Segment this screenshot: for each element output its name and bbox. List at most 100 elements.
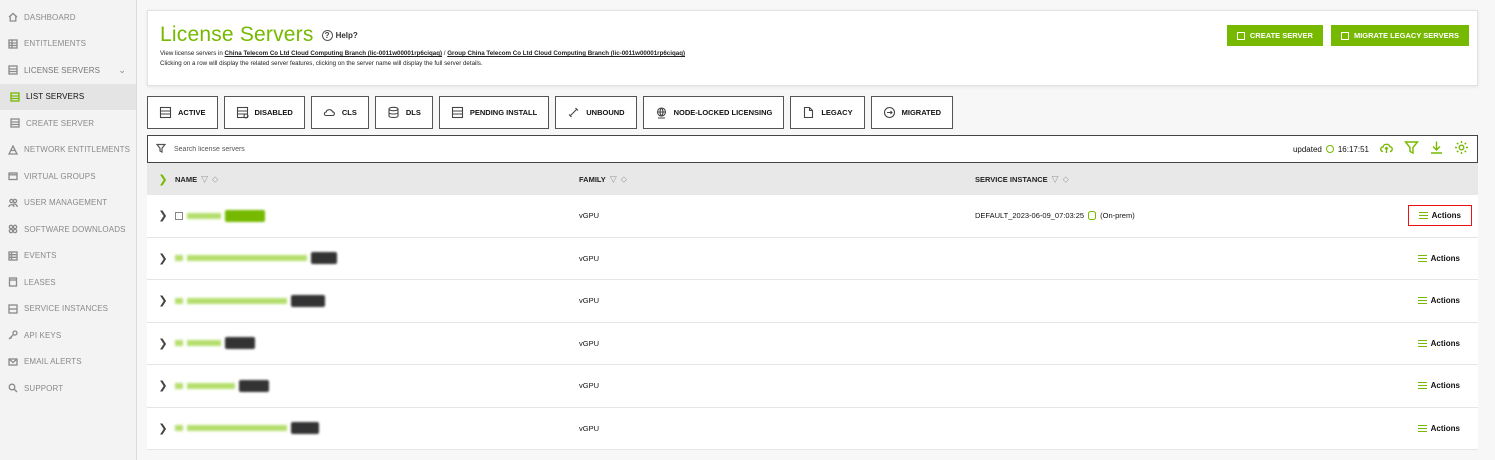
- server-name-redacted[interactable]: [187, 212, 221, 219]
- sidebar-item-label: ENTITLEMENTS: [24, 39, 87, 49]
- chevron-down-icon[interactable]: ⌄: [118, 65, 126, 76]
- table-row[interactable]: ❯ vGPU Actions: [147, 237, 1478, 280]
- row-expand-chevron-icon[interactable]: ❯: [151, 422, 175, 435]
- page-hint: Clicking on a row will display the relat…: [160, 60, 483, 67]
- server-name-cell[interactable]: [175, 209, 579, 222]
- org-link[interactable]: China Telecom Co Ltd Cloud Computing Bra…: [225, 50, 443, 57]
- sidebar-item-label: LICENSE SERVERS: [24, 65, 101, 75]
- server-name-redacted[interactable]: [187, 340, 221, 347]
- expand-all-chevron-icon[interactable]: ❯: [151, 173, 175, 186]
- actions-menu-button[interactable]: Actions: [1412, 335, 1466, 352]
- row-expand-chevron-icon[interactable]: ❯: [151, 337, 175, 350]
- column-header-service-instance[interactable]: SERVICE INSTANCE ▽ ⬦: [975, 174, 1370, 185]
- table-row[interactable]: ❯ vGPU Actions: [147, 322, 1478, 365]
- sidebar-item-virtual-groups[interactable]: VIRTUAL GROUPS: [0, 163, 136, 190]
- server-name-cell[interactable]: [175, 422, 579, 435]
- sidebar-item-support[interactable]: SUPPORT: [0, 375, 136, 402]
- tab-unbound[interactable]: UNBOUND: [555, 96, 637, 129]
- tab-pending-install[interactable]: PENDING INSTALL: [438, 96, 550, 129]
- server-name-redacted[interactable]: [187, 425, 287, 432]
- sidebar-item-leases[interactable]: LEASES: [0, 269, 136, 296]
- status-badge: [225, 209, 265, 222]
- lease-icon: [6, 277, 20, 287]
- help-icon[interactable]: ?: [321, 29, 333, 41]
- sidebar-item-label: USER MANAGEMENT: [24, 198, 108, 208]
- server-name-redacted[interactable]: [187, 255, 307, 262]
- server-icon: [175, 340, 183, 347]
- actions-menu-button[interactable]: Actions: [1412, 250, 1466, 267]
- filter-icon[interactable]: [1404, 140, 1419, 158]
- sidebar-item-label: CREATE SERVER: [26, 118, 95, 128]
- filter-icon[interactable]: ▽: [201, 174, 208, 185]
- row-expand-chevron-icon[interactable]: ❯: [151, 379, 175, 392]
- server-name-cell[interactable]: [175, 379, 579, 392]
- table-row[interactable]: ❯ vGPU Actions: [147, 280, 1478, 323]
- filter-icon[interactable]: ▽: [1052, 174, 1059, 185]
- status-badge: [291, 294, 325, 307]
- column-label: NAME: [175, 174, 198, 184]
- actions-label: Actions: [1430, 423, 1460, 433]
- sidebar-item-label: EVENTS: [24, 251, 57, 261]
- actions-menu-button[interactable]: Actions: [1412, 420, 1466, 437]
- row-expand-chevron-icon[interactable]: ❯: [151, 252, 175, 265]
- sidebar-item-software-downloads[interactable]: SOFTWARE DOWNLOADS: [0, 216, 136, 243]
- sidebar-item-entitlements[interactable]: ENTITLEMENTS: [0, 31, 136, 58]
- sidebar-item-dashboard[interactable]: DASHBOARD: [0, 4, 136, 31]
- tab-dls[interactable]: DLS: [374, 96, 433, 129]
- filter-icon[interactable]: ▽: [610, 174, 617, 185]
- legacy-icon: [804, 106, 814, 119]
- tab-cls[interactable]: CLS: [310, 96, 369, 129]
- sidebar-item-events[interactable]: EVENTS: [0, 243, 136, 270]
- menu-icon: [1417, 424, 1427, 432]
- row-expand-chevron-icon[interactable]: ❯: [151, 209, 175, 222]
- app: DASHBOARD ENTITLEMENTS LICENSE SERVERS ⌄…: [0, 0, 1495, 460]
- sidebar-item-label: LEASES: [24, 277, 56, 287]
- search-input[interactable]: [172, 144, 1293, 154]
- sidebar-item-network-entitlements[interactable]: NETWORK ENTITLEMENTS: [0, 137, 136, 164]
- migrate-legacy-servers-button[interactable]: MIGRATE LEGACY SERVERS: [1330, 25, 1469, 46]
- refresh-cloud-icon[interactable]: [1379, 140, 1394, 158]
- tab-label: LEGACY: [821, 108, 853, 117]
- sidebar-item-license-servers[interactable]: LICENSE SERVERS ⌄: [0, 57, 136, 84]
- column-header-family[interactable]: FAMILY ▽ ⬦: [579, 174, 975, 185]
- sort-icon[interactable]: ⬦: [621, 174, 627, 185]
- table-row[interactable]: ❯ vGPU Actions: [147, 365, 1478, 408]
- home-icon: [6, 12, 20, 22]
- tab-migrated[interactable]: MIGRATED: [870, 96, 954, 129]
- servers-table: updated 16:17:51 ❯ NAME▽⬦ FAMILY▽⬦ SERVI…: [147, 135, 1478, 450]
- server-name-redacted[interactable]: [187, 297, 287, 304]
- sidebar-item-list-servers[interactable]: LIST SERVERS: [0, 83, 136, 110]
- tab-disabled[interactable]: DISABLED: [223, 96, 305, 129]
- updated-label: updated: [1292, 144, 1322, 154]
- create-server-button[interactable]: CREATE SERVER: [1226, 25, 1323, 46]
- sidebar-item-label: SOFTWARE DOWNLOADS: [24, 224, 126, 234]
- download-icon[interactable]: [1429, 140, 1444, 158]
- tab-node-locked-licensing[interactable]: NODE-LOCKED LICENSING: [642, 96, 785, 129]
- group-link[interactable]: Group China Telecom Co Ltd Cloud Computi…: [447, 50, 685, 57]
- sort-icon[interactable]: ⬦: [212, 174, 218, 185]
- server-name-cell[interactable]: [175, 294, 579, 307]
- sidebar-item-service-instances[interactable]: SERVICE INSTANCES: [0, 296, 136, 323]
- family-cell: vGPU: [579, 423, 600, 433]
- row-expand-chevron-icon[interactable]: ❯: [151, 294, 175, 307]
- status-badge: [225, 337, 255, 350]
- actions-menu-button[interactable]: Actions: [1412, 377, 1466, 394]
- help-link[interactable]: Help?: [336, 31, 358, 40]
- sidebar-item-api-keys[interactable]: API KEYS: [0, 322, 136, 349]
- filter-icon: [155, 143, 167, 156]
- sort-icon[interactable]: ⬦: [1063, 174, 1069, 185]
- settings-gear-icon[interactable]: [1454, 140, 1469, 158]
- table-row[interactable]: ❯ vGPU Actions: [147, 407, 1478, 450]
- table-row[interactable]: ❯ vGPU DEFAULT_2023-06-09_07:03:25 (On-p…: [147, 195, 1478, 238]
- actions-menu-button[interactable]: Actions: [1407, 205, 1472, 227]
- server-name-redacted[interactable]: [187, 382, 235, 389]
- server-name-cell[interactable]: [175, 252, 579, 265]
- tab-active[interactable]: ACTIVE: [147, 96, 218, 129]
- sidebar-item-user-management[interactable]: USER MANAGEMENT: [0, 190, 136, 217]
- sidebar-item-email-alerts[interactable]: EMAIL ALERTS: [0, 349, 136, 376]
- actions-menu-button[interactable]: Actions: [1412, 292, 1466, 309]
- tab-legacy[interactable]: LEGACY: [790, 96, 865, 129]
- column-header-name[interactable]: NAME ▽ ⬦: [175, 174, 579, 185]
- server-name-cell[interactable]: [175, 337, 579, 350]
- sidebar-item-create-server[interactable]: CREATE SERVER: [0, 110, 136, 137]
